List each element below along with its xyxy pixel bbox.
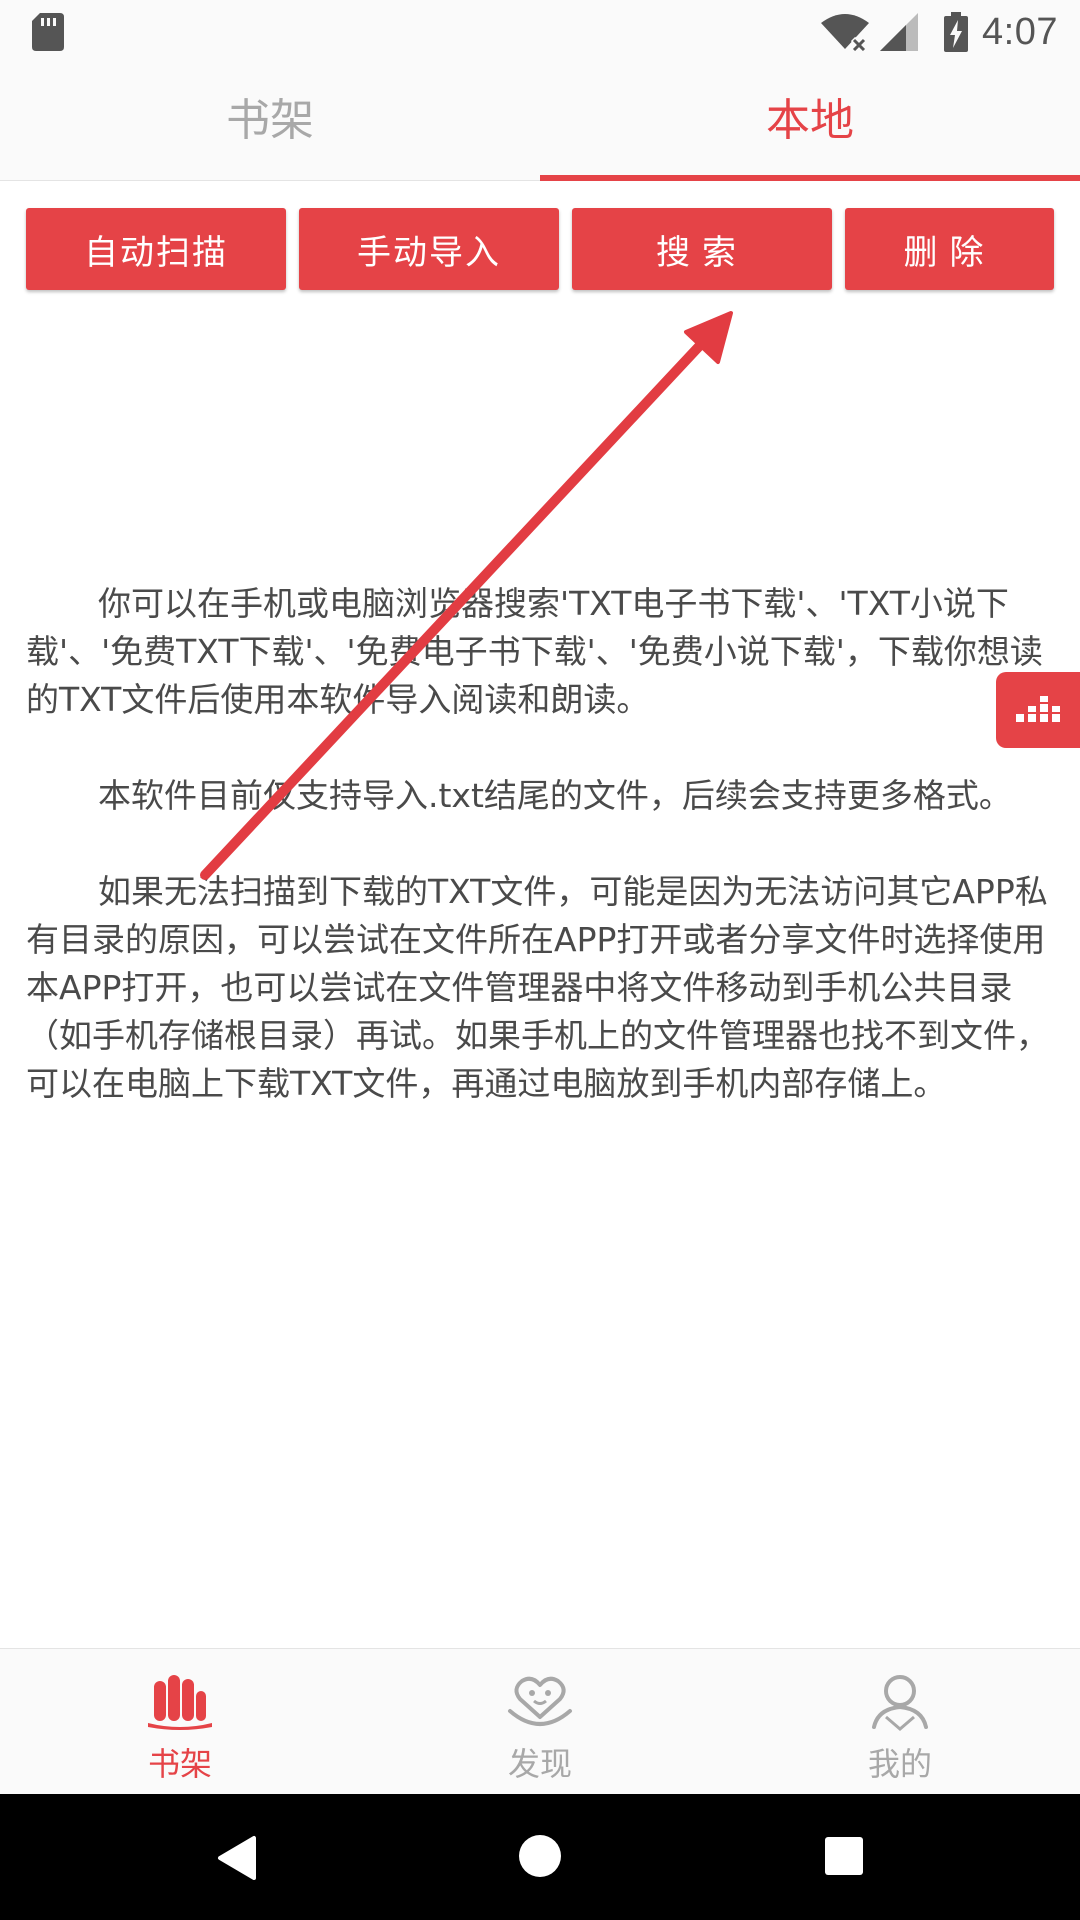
bookshelf-icon bbox=[148, 1675, 212, 1730]
delete-button[interactable]: 删除 bbox=[845, 208, 1054, 290]
discover-icon bbox=[508, 1676, 572, 1726]
floating-tts-button[interactable] bbox=[996, 672, 1080, 748]
instruction-paragraph: 你可以在手机或电脑浏览器搜索'TXT电子书下载'、'TXT小说下载'、'免费TX… bbox=[26, 584, 1043, 719]
status-time: 4:07 bbox=[982, 10, 1058, 53]
search-button[interactable]: 搜索 bbox=[572, 208, 832, 290]
tab-bookshelf-label: 书架 bbox=[226, 95, 314, 146]
nav-profile[interactable]: 我的 bbox=[720, 1649, 1080, 1795]
instruction-paragraph: 如果无法扫描到下载的TXT文件，可能是因为无法访问其它APP私有目录的原因，可以… bbox=[26, 872, 1049, 1103]
manual-import-button[interactable]: 手动导入 bbox=[299, 208, 559, 290]
nav-profile-label: 我的 bbox=[867, 1745, 932, 1783]
tab-local[interactable]: 本地 bbox=[540, 64, 1080, 181]
bottom-navigation: 书架 发现 我的 bbox=[0, 1648, 1080, 1795]
auto-scan-button[interactable]: 自动扫描 bbox=[26, 208, 286, 290]
import-instructions: 你可以在手机或电脑浏览器搜索'TXT电子书下载'、'TXT小说下载'、'免费TX… bbox=[26, 580, 1058, 1156]
nav-discover[interactable]: 发现 bbox=[360, 1649, 720, 1795]
sd-card-icon bbox=[32, 13, 64, 51]
status-bar: 4:07 bbox=[0, 0, 1080, 64]
home-icon[interactable] bbox=[518, 1834, 562, 1878]
battery-charging-icon bbox=[944, 12, 969, 52]
back-icon[interactable] bbox=[214, 1834, 258, 1882]
equalizer-icon bbox=[1016, 696, 1060, 722]
nav-bookshelf-label: 书架 bbox=[147, 1745, 212, 1783]
nav-bookshelf[interactable]: 书架 bbox=[0, 1649, 360, 1795]
nav-discover-label: 发现 bbox=[507, 1745, 572, 1783]
tab-active-indicator bbox=[540, 175, 1080, 181]
signal-icon bbox=[880, 13, 919, 51]
profile-icon bbox=[872, 1675, 928, 1731]
status-icons: 4:07 bbox=[820, 0, 1058, 64]
tab-bar: 书架 本地 bbox=[0, 64, 1080, 181]
instruction-paragraph: 本软件目前仅支持导入.txt结尾的文件，后续会支持更多格式。 bbox=[98, 776, 1012, 815]
tab-local-label: 本地 bbox=[766, 95, 854, 146]
tab-bookshelf[interactable]: 书架 bbox=[0, 64, 540, 180]
wifi-icon bbox=[821, 14, 870, 51]
recents-icon[interactable] bbox=[824, 1836, 864, 1876]
system-navigation-bar bbox=[0, 1794, 1080, 1920]
